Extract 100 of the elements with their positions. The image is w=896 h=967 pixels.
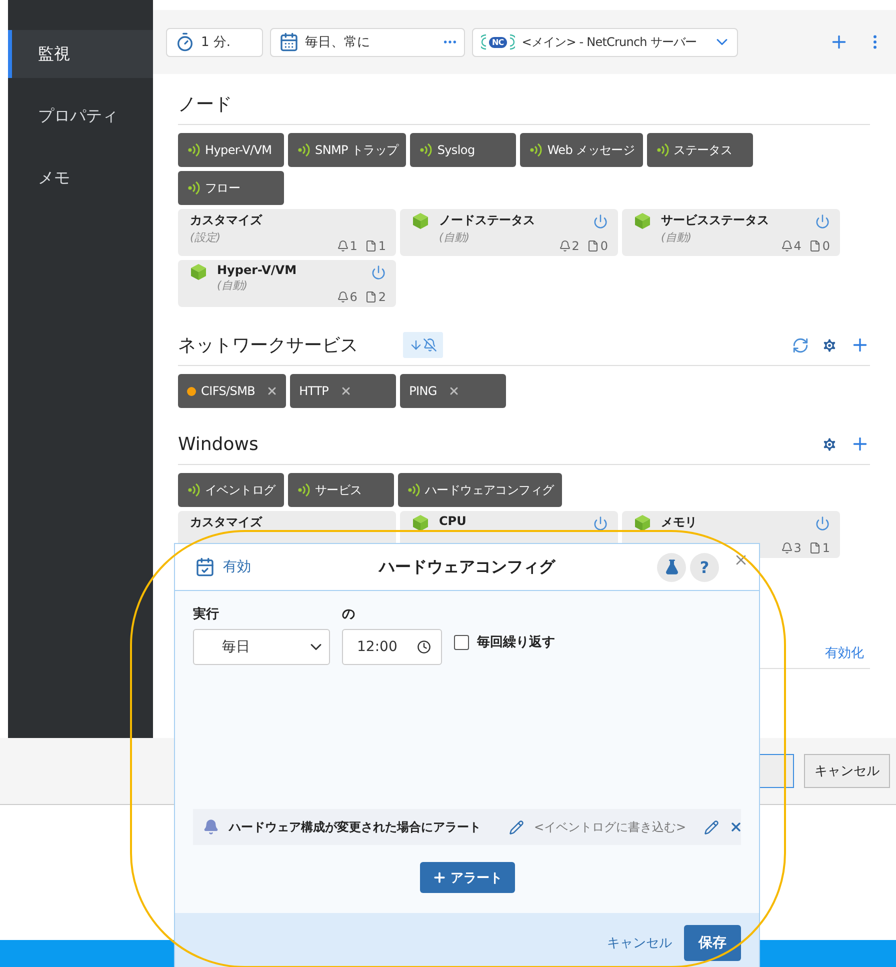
chip-label: サービス xyxy=(315,482,362,498)
cube-icon xyxy=(190,263,207,281)
monitor-card[interactable]: サービスステータス (自動) 4 0 xyxy=(622,209,840,256)
monitor-chip[interactable]: SNMP トラップ xyxy=(288,133,406,167)
signal-icon xyxy=(419,143,432,157)
chip-label: ハードウェアコンフィグ xyxy=(425,482,554,498)
monitor-chip[interactable]: ハードウェアコンフィグ xyxy=(398,473,562,507)
power-icon[interactable] xyxy=(593,214,608,229)
arrow-down-icon xyxy=(409,338,423,352)
repeat-checkbox[interactable] xyxy=(454,634,469,650)
filter-toggle-button[interactable] xyxy=(403,332,443,358)
delete-icon[interactable] xyxy=(729,820,744,834)
bell-off-icon xyxy=(423,338,437,352)
card-subtitle: (自動) xyxy=(661,230,693,245)
chip-label: ステータス xyxy=(674,142,732,158)
cancel-button[interactable]: キャンセル xyxy=(804,754,890,788)
signal-icon xyxy=(187,143,200,157)
add-alert-button[interactable]: アラート xyxy=(420,862,514,893)
run-label: 実行 xyxy=(193,606,220,623)
time-label: の xyxy=(342,606,356,623)
interval-field[interactable]: 1 分. xyxy=(166,28,263,56)
section-title: Windows xyxy=(178,434,260,454)
remove-icon[interactable] xyxy=(448,385,460,397)
signal-icon xyxy=(407,483,420,497)
server-logo: NC xyxy=(481,34,515,50)
help-button[interactable]: ? xyxy=(690,552,719,582)
bell-icon xyxy=(203,819,219,835)
file-count: 0 xyxy=(809,239,830,253)
power-icon[interactable] xyxy=(815,214,830,229)
stopwatch-icon xyxy=(175,32,195,52)
edit-icon[interactable] xyxy=(704,820,720,834)
remove-icon[interactable] xyxy=(266,385,278,397)
monitor-chip[interactable]: ステータス xyxy=(646,133,753,167)
file-count: 2 xyxy=(365,290,386,304)
monitor-chip[interactable]: Hyper-V/VM xyxy=(178,133,284,167)
signal-icon xyxy=(187,181,200,195)
server-select[interactable]: NC <メイン> - NetCrunch サーバー xyxy=(472,28,738,56)
flask-icon[interactable] xyxy=(657,552,686,582)
enable-link[interactable]: 有効化 xyxy=(825,644,864,662)
file-count: 1 xyxy=(365,239,386,253)
monitor-card[interactable]: ノードステータス (自動) 2 0 xyxy=(400,209,618,256)
settings-icon[interactable] xyxy=(821,336,838,354)
file-count: 1 xyxy=(809,541,830,555)
file-count: 0 xyxy=(587,239,608,253)
frequency-select[interactable]: 毎日 xyxy=(193,629,330,665)
signal-icon xyxy=(297,143,310,157)
monitor-chip[interactable]: イベントログ xyxy=(178,473,284,507)
section-title: ノード xyxy=(178,93,233,116)
power-icon[interactable] xyxy=(593,516,608,531)
sidebar-item[interactable]: メモ xyxy=(8,154,153,202)
monitor-chip[interactable]: フロー xyxy=(178,171,284,205)
monitor-card[interactable]: カスタマイズ (設定) 1 1 xyxy=(178,209,396,256)
monitor-chip[interactable]: HTTP xyxy=(290,374,396,408)
monitor-chip[interactable]: Web メッセージ xyxy=(520,133,643,167)
chip-label: イベントログ xyxy=(205,482,276,498)
monitor-chip[interactable]: CIFS/SMB xyxy=(178,374,286,408)
section-title: ネットワークサービス xyxy=(178,334,359,357)
calendar-icon xyxy=(279,32,299,52)
save-button[interactable]: 保存 xyxy=(684,924,741,960)
repeat-label: 毎回繰り返す xyxy=(477,634,555,651)
chip-label: PING xyxy=(409,384,437,398)
edit-icon[interactable] xyxy=(509,820,524,834)
monitor-chip[interactable]: PING xyxy=(400,374,506,408)
cube-icon xyxy=(634,212,651,230)
schedule-field[interactable]: 毎日、常に xyxy=(270,28,465,56)
chip-label: Syslog xyxy=(437,143,475,157)
cube-icon xyxy=(412,514,429,532)
sidebar-item[interactable]: 監視 xyxy=(8,30,153,78)
refresh-icon[interactable] xyxy=(792,336,809,354)
alert-action: <イベントログに書き込む> xyxy=(534,818,686,836)
alert-count: 3 xyxy=(780,541,802,555)
chip-label: フロー xyxy=(205,180,240,196)
card-title: サービスステータス xyxy=(661,212,769,229)
signal-icon xyxy=(529,143,542,157)
monitor-card[interactable]: Hyper-V/VM (自動) 6 2 xyxy=(178,260,396,307)
chip-label: HTTP xyxy=(299,384,329,398)
plus-icon xyxy=(432,870,446,885)
signal-icon xyxy=(656,143,669,157)
alert-text: ハードウェア構成が変更された場合にアラート xyxy=(229,818,481,836)
enabled-toggle[interactable]: 有効 xyxy=(195,557,251,577)
time-field[interactable]: 12:00 xyxy=(342,629,442,665)
clock-icon xyxy=(417,640,431,654)
signal-icon xyxy=(297,483,310,497)
sidebar-item[interactable]: プロパティ xyxy=(8,92,153,140)
monitor-chip[interactable]: Syslog xyxy=(410,133,516,167)
chip-label: SNMP トラップ xyxy=(315,142,398,158)
power-icon[interactable] xyxy=(371,265,386,280)
alert-count: 1 xyxy=(336,239,358,253)
monitor-chip[interactable]: サービス xyxy=(288,473,394,507)
dialog-title: ハードウェアコンフィグ xyxy=(379,556,555,578)
chip-label: Hyper-V/VM xyxy=(205,143,272,157)
cancel-link[interactable]: キャンセル xyxy=(607,934,672,952)
card-title: メモリ xyxy=(661,514,697,531)
power-icon[interactable] xyxy=(815,516,830,531)
alert-count: 6 xyxy=(336,290,358,304)
settings-icon[interactable] xyxy=(821,436,838,452)
remove-icon[interactable] xyxy=(340,385,352,397)
card-title: ノードステータス xyxy=(439,212,535,229)
signal-icon xyxy=(187,483,200,497)
card-title: CPU xyxy=(439,514,466,528)
